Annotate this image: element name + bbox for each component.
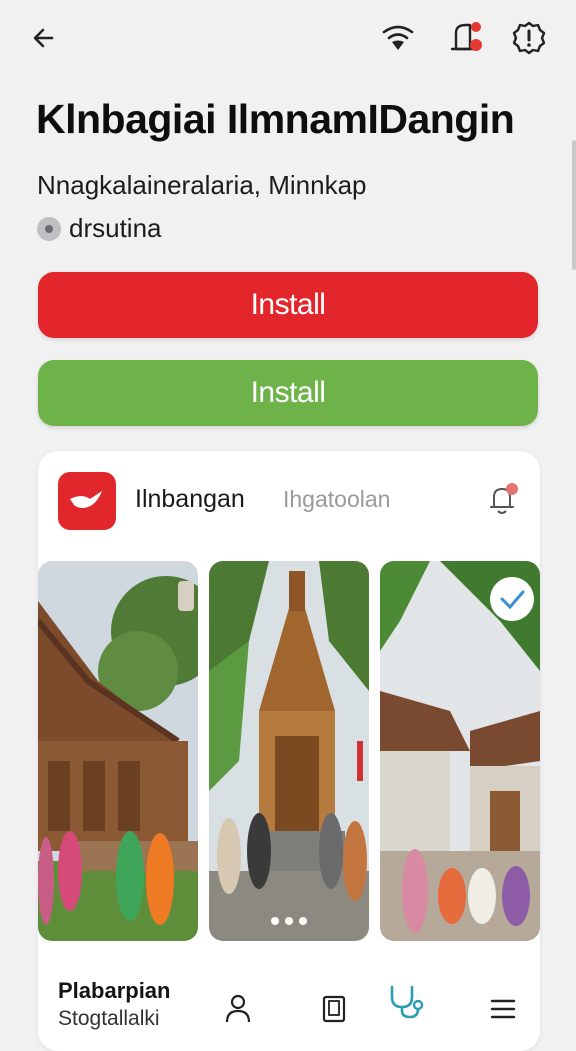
card-app-category: Ihgatoolan <box>283 486 391 512</box>
back-button[interactable] <box>24 18 64 58</box>
bottom-label-secondary: Stogtallalki <box>58 1007 160 1030</box>
notification-icon <box>490 483 518 514</box>
settings-alert-button[interactable] <box>509 18 549 58</box>
app-logo[interactable] <box>58 472 116 530</box>
notification-icon <box>450 22 482 51</box>
wifi-button[interactable] <box>378 18 418 58</box>
nav-health[interactable] <box>386 983 426 1019</box>
install-button-secondary[interactable]: Install <box>38 360 538 426</box>
alert-gear-icon <box>512 21 546 55</box>
menu-icon <box>490 999 516 1019</box>
nav-menu[interactable] <box>489 997 517 1021</box>
bird-icon <box>70 491 102 508</box>
nav-phone[interactable] <box>322 995 346 1023</box>
status-dot-icon <box>37 216 61 241</box>
app-meta: drsutina <box>37 213 162 244</box>
page-scrollbar[interactable] <box>572 140 576 270</box>
install-button-primary[interactable]: Install <box>38 272 538 338</box>
bottom-label-primary: Plabarpian <box>58 978 171 1003</box>
photo-wooden-shrine <box>209 561 369 941</box>
meta-label: drsutina <box>69 213 162 243</box>
card-notification-button[interactable] <box>486 481 522 517</box>
phone-icon <box>322 995 346 1023</box>
app-preview-card: Ilnbangan Ihgatoolan Plabarpian Stogtall… <box>38 451 540 1051</box>
app-subtitle: Nnagkalaineralaria, Minnkap <box>37 170 367 200</box>
card-app-name: Ilnbangan <box>135 485 245 513</box>
gallery-photo-3[interactable] <box>380 561 540 941</box>
person-icon <box>225 994 251 1023</box>
stethoscope-icon <box>390 985 424 1019</box>
notification-button[interactable] <box>448 18 488 58</box>
gallery-photo-2[interactable] <box>209 561 369 941</box>
photo-house-crowd <box>38 561 198 941</box>
gallery-photo-1[interactable] <box>38 561 198 941</box>
arrow-left-icon <box>33 28 54 48</box>
app-title: Klnbagiai IlmnamIDangin <box>36 96 515 142</box>
nav-profile[interactable] <box>224 993 252 1023</box>
wifi-icon <box>382 25 414 50</box>
photo-village-gathering <box>380 561 540 941</box>
